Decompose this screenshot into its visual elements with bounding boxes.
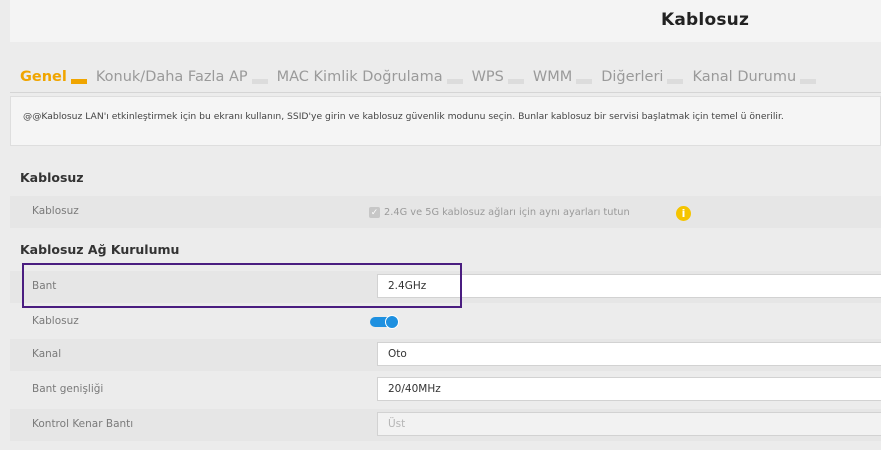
same-settings-checkbox[interactable]: ✓ <box>369 207 380 218</box>
tab-others[interactable]: Diğerleri <box>601 66 684 88</box>
bandwidth-label: Bant genişliği <box>32 383 104 395</box>
sideband-row: Kontrol Kenar Bantı Üst <box>10 409 881 441</box>
tab-wmm[interactable]: WMM <box>533 66 593 88</box>
tab-bar: Genel Konuk/Daha Fazla AP MAC Kimlik Doğru… <box>20 66 825 90</box>
tab-channel-status[interactable]: Kanal Durumu <box>692 66 816 88</box>
info-icon[interactable]: i <box>676 206 691 221</box>
channel-row: Kanal Oto <box>10 339 881 371</box>
channel-select[interactable]: Oto <box>377 342 881 366</box>
info-text: @@Kablosuz LAN'ı etkinleştirmek için bu … <box>23 111 784 122</box>
section-heading-wireless: Kablosuz <box>20 170 84 185</box>
page-title: Kablosuz <box>661 10 750 30</box>
tab-wps[interactable]: WPS <box>472 66 525 88</box>
bandwidth-select[interactable]: 20/40MHz <box>377 377 881 401</box>
info-box: @@Kablosuz LAN'ı etkinleştirmek için bu … <box>10 96 881 146</box>
band-row: Bant 2.4GHz <box>10 271 881 303</box>
wireless-label: Kablosuz <box>32 205 79 217</box>
band-select[interactable]: 2.4GHz <box>377 274 881 298</box>
tab-guest-more-ap[interactable]: Konuk/Daha Fazla AP <box>96 66 268 88</box>
band-label: Bant <box>32 280 57 292</box>
wireless-settings-page: Kablosuz Genel Konuk/Daha Fazla AP MAC Kim… <box>0 0 881 450</box>
sideband-label: Kontrol Kenar Bantı <box>32 418 134 430</box>
wireless-toggle[interactable] <box>370 315 399 329</box>
tab-general[interactable]: Genel <box>20 66 87 88</box>
sideband-select: Üst <box>377 412 881 436</box>
wireless-toggle-label: Kablosuz <box>32 315 79 327</box>
same-settings-label: 2.4G ve 5G kablosuz ağları için aynı aya… <box>384 207 630 218</box>
section-heading-network-setup: Kablosuz Ağ Kurulumu <box>20 242 180 257</box>
toggle-knob <box>385 315 399 329</box>
bandwidth-row: Bant genişliği 20/40MHz <box>10 374 881 406</box>
wireless-toggle-row: Kablosuz <box>10 306 881 338</box>
tab-divider <box>10 92 881 93</box>
same-settings-option[interactable]: ✓ 2.4G ve 5G kablosuz ağları için aynı a… <box>369 207 630 218</box>
title-bar: Kablosuz <box>10 0 881 42</box>
channel-label: Kanal <box>32 348 62 360</box>
tab-mac-authentication[interactable]: MAC Kimlik Doğrulama <box>277 66 463 88</box>
